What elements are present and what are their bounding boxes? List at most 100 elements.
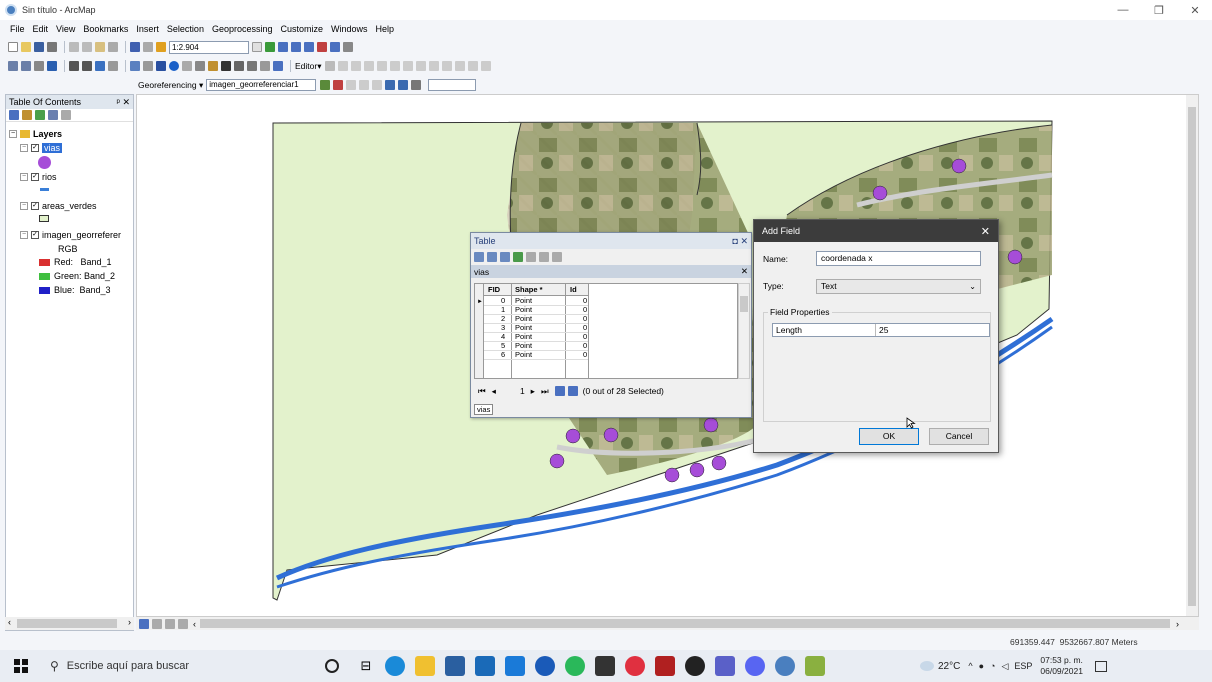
toc-layers-group[interactable]: − Layers bbox=[9, 129, 62, 139]
edit-annotation-icon[interactable] bbox=[338, 61, 349, 71]
taskbar-search[interactable]: ⚲ Escribe aquí para buscar bbox=[40, 652, 312, 680]
task-view-icon[interactable]: ⊟ bbox=[356, 656, 376, 676]
layer-name[interactable]: imagen_georreferer bbox=[42, 230, 121, 240]
menu-file[interactable]: File bbox=[10, 24, 25, 34]
toc-layer-imagen[interactable]: − ✓ imagen_georreferer bbox=[20, 230, 121, 240]
table-cell[interactable]: 0 bbox=[501, 297, 505, 305]
edit-tool-icon[interactable] bbox=[325, 61, 336, 71]
route-icon[interactable] bbox=[234, 61, 244, 71]
zoom-out-icon[interactable] bbox=[21, 61, 31, 71]
clear-selection-icon[interactable] bbox=[143, 61, 153, 71]
visibility-checkbox[interactable]: ✓ bbox=[31, 144, 39, 152]
scroll-left-icon[interactable]: ‹ bbox=[193, 619, 196, 629]
modelbuilder-icon[interactable] bbox=[343, 42, 353, 52]
rotate-georef-icon[interactable] bbox=[320, 80, 331, 90]
scroll-thumb[interactable] bbox=[17, 619, 117, 628]
map-vertical-scrollbar[interactable] bbox=[1186, 95, 1198, 616]
field-type-select[interactable]: Text ⌄ bbox=[816, 279, 981, 294]
collapse-icon[interactable]: − bbox=[20, 173, 28, 181]
editor-toolbar-icon[interactable] bbox=[265, 42, 275, 52]
first-record-icon[interactable]: ⏮ bbox=[478, 386, 486, 397]
scale-dropdown-icon[interactable] bbox=[252, 42, 262, 52]
arctoolbox-icon[interactable] bbox=[317, 42, 327, 52]
weather-temp[interactable]: 22°C bbox=[938, 661, 960, 672]
menu-selection[interactable]: Selection bbox=[167, 24, 204, 34]
clear-selection-icon[interactable] bbox=[526, 252, 536, 262]
layer-name[interactable]: vias bbox=[42, 143, 63, 153]
maximize-icon[interactable]: ❐ bbox=[1141, 0, 1177, 20]
table-cell[interactable]: 4 bbox=[501, 333, 505, 341]
vias-point[interactable] bbox=[689, 462, 705, 478]
copy-icon[interactable] bbox=[82, 42, 92, 52]
trace-icon[interactable] bbox=[364, 61, 375, 71]
delete-selected-icon[interactable] bbox=[552, 252, 562, 262]
menu-help[interactable]: Help bbox=[376, 24, 395, 34]
html-popup-icon[interactable] bbox=[195, 61, 205, 71]
language-indicator[interactable]: ESP bbox=[1014, 661, 1032, 671]
vias-point[interactable] bbox=[872, 185, 888, 201]
toc-horizontal-scrollbar[interactable]: ‹ › bbox=[5, 617, 134, 630]
view-link-table-icon[interactable] bbox=[385, 80, 396, 90]
pause-drawing-icon[interactable] bbox=[178, 618, 188, 629]
save-icon[interactable] bbox=[34, 42, 44, 52]
refresh-view-icon[interactable] bbox=[165, 618, 175, 629]
table-titlebar[interactable]: Table ◘ ✕ bbox=[471, 233, 751, 249]
scroll-right-icon[interactable]: › bbox=[128, 617, 131, 627]
cut-polygons-icon[interactable] bbox=[416, 61, 427, 71]
vias-symbol[interactable] bbox=[38, 156, 51, 169]
show-selected-records-icon[interactable] bbox=[567, 386, 578, 396]
menu-insert[interactable]: Insert bbox=[136, 24, 159, 34]
show-all-records-icon[interactable] bbox=[554, 386, 565, 396]
vias-point[interactable] bbox=[711, 455, 727, 471]
select-elements-icon[interactable] bbox=[156, 61, 166, 71]
cortana-icon[interactable] bbox=[325, 659, 339, 673]
select-features-icon[interactable] bbox=[130, 61, 140, 71]
notion-icon[interactable] bbox=[595, 656, 615, 676]
scroll-thumb[interactable] bbox=[740, 296, 748, 312]
cut-icon[interactable] bbox=[69, 42, 79, 52]
table-row[interactable] bbox=[484, 341, 588, 342]
find-icon[interactable] bbox=[221, 61, 231, 71]
point-icon[interactable] bbox=[377, 61, 388, 71]
full-extent-icon[interactable] bbox=[47, 61, 57, 71]
toc-options-icon[interactable] bbox=[61, 110, 71, 120]
word-icon[interactable] bbox=[475, 656, 495, 676]
menu-view[interactable]: View bbox=[56, 24, 75, 34]
col-header-shape[interactable]: Shape * bbox=[515, 286, 543, 294]
georeferencing-menu[interactable]: Georeferencing ▾ bbox=[138, 80, 203, 91]
vias-point[interactable] bbox=[951, 158, 967, 174]
volume-icon[interactable]: ◁ bbox=[1001, 661, 1008, 672]
shift-icon[interactable] bbox=[346, 80, 357, 90]
collapse-icon[interactable]: − bbox=[20, 231, 28, 239]
attribute-grid[interactable]: FID Shape * Id ► 0 Point 0 1 Point 0 2 Point 0 3 P… bbox=[474, 283, 738, 379]
collapse-icon[interactable]: − bbox=[20, 144, 28, 152]
paste-icon[interactable] bbox=[95, 42, 105, 52]
table-cell[interactable]: 0 bbox=[583, 333, 587, 341]
catalog-icon[interactable] bbox=[291, 42, 301, 52]
straight-segment-icon[interactable] bbox=[351, 61, 362, 71]
scroll-right-icon[interactable]: › bbox=[1176, 619, 1179, 629]
undo-icon[interactable] bbox=[130, 42, 140, 52]
back-extent-icon[interactable] bbox=[95, 61, 105, 71]
scale-georef-icon[interactable] bbox=[359, 80, 370, 90]
select-by-attributes-icon[interactable] bbox=[500, 252, 510, 262]
dialog-close-icon[interactable]: ✕ bbox=[981, 225, 990, 238]
table-cell[interactable]: Point bbox=[515, 306, 532, 314]
menu-windows[interactable]: Windows bbox=[331, 24, 368, 34]
vias-point[interactable] bbox=[703, 417, 719, 433]
close-icon[interactable]: ✕ bbox=[1177, 0, 1212, 20]
table-row[interactable] bbox=[484, 305, 588, 306]
table-cell[interactable]: 1 bbox=[501, 306, 505, 314]
app-icon[interactable] bbox=[535, 656, 555, 676]
xbox-icon[interactable] bbox=[685, 656, 705, 676]
list-by-visibility-icon[interactable] bbox=[35, 110, 45, 120]
table-row[interactable] bbox=[484, 332, 588, 333]
table-row[interactable] bbox=[484, 350, 588, 351]
print-icon[interactable] bbox=[47, 42, 57, 52]
current-record[interactable]: 1 bbox=[520, 386, 525, 396]
create-viewer-icon[interactable] bbox=[273, 61, 283, 71]
collapse-icon[interactable]: − bbox=[20, 202, 28, 210]
table-row[interactable] bbox=[484, 323, 588, 324]
file-explorer-icon[interactable] bbox=[415, 656, 435, 676]
pan-icon[interactable] bbox=[34, 61, 44, 71]
